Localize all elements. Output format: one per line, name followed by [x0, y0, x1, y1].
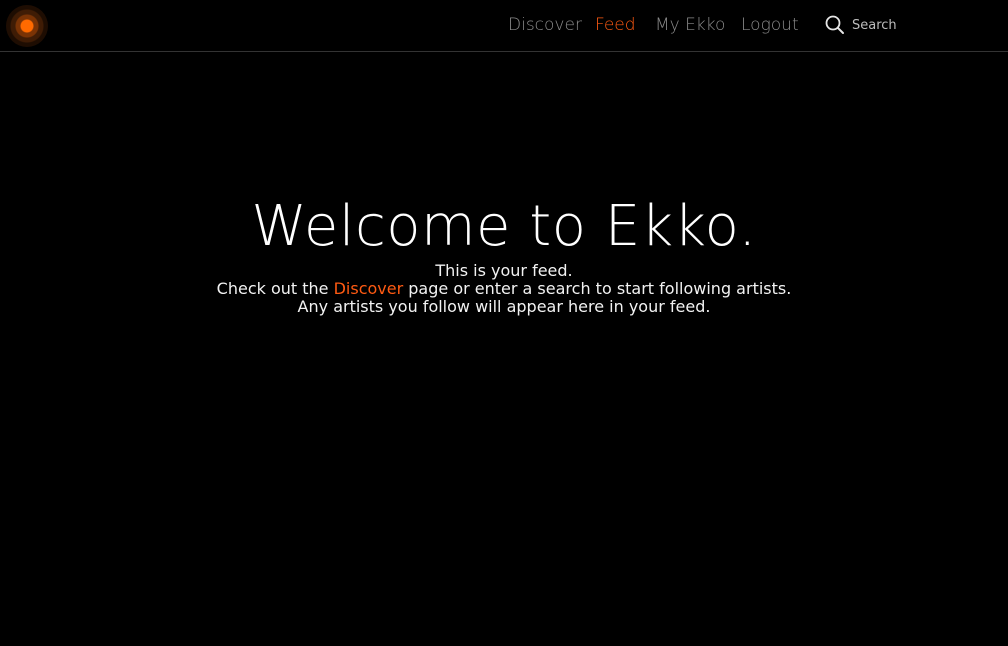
discover-link[interactable]: Discover — [334, 279, 404, 298]
nav-feed-link[interactable]: Feed — [595, 0, 636, 50]
ekko-logo-icon[interactable] — [6, 5, 48, 47]
welcome-line-prefix: Check out the — [216, 279, 334, 298]
welcome-title: Welcome to Ekko. — [251, 194, 757, 259]
welcome-panel: Welcome to Ekko. This is your feed. Chec… — [0, 192, 1008, 316]
top-navigation-bar: Discover Feed My Ekko Logout — [0, 0, 1008, 52]
welcome-line-suffix: page or enter a search to start followin… — [403, 279, 792, 298]
welcome-line-follow: Any artists you follow will appear here … — [297, 297, 711, 316]
search-icon[interactable] — [824, 14, 846, 36]
welcome-line-discover: Check out the Discover page or enter a s… — [0, 280, 1008, 298]
search-box[interactable] — [824, 13, 934, 39]
nav-logout-link[interactable]: Logout — [741, 0, 799, 50]
welcome-line-feed: This is your feed. — [435, 261, 573, 280]
nav-my-ekko-link[interactable]: My Ekko — [655, 0, 725, 50]
nav-discover-link[interactable]: Discover — [508, 0, 582, 50]
search-input[interactable] — [850, 15, 932, 35]
